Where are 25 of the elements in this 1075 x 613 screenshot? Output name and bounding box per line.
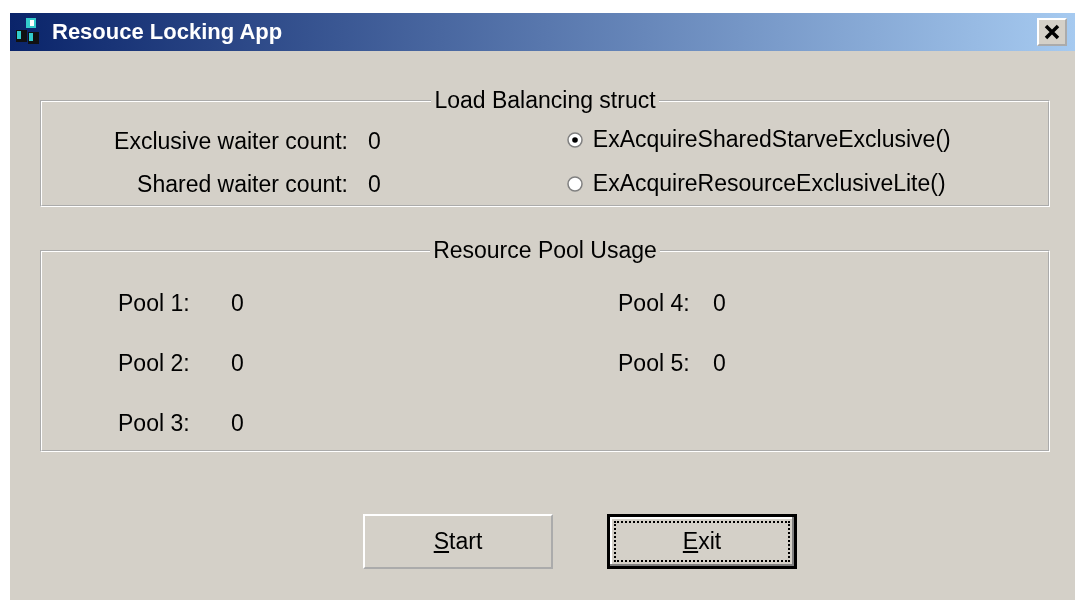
exit-button[interactable]: Exit — [607, 514, 797, 569]
pool-value: 0 — [231, 350, 244, 378]
pool-label: Pool 5: — [618, 350, 691, 378]
pool-value: 0 — [231, 410, 244, 438]
pool-label: Pool 2: — [118, 350, 191, 378]
group-title: Load Balancing struct — [433, 87, 657, 114]
start-button[interactable]: Start — [363, 514, 553, 569]
window-title: Resouce Locking App — [52, 19, 284, 45]
count-label: Shared waiter count: — [136, 171, 348, 198]
pool-value: 0 — [713, 290, 726, 318]
close-button[interactable] — [1037, 18, 1067, 46]
pool-label: Pool 4: — [618, 290, 691, 318]
radio-icon[interactable] — [566, 175, 583, 192]
pool-label: Pool 3: — [118, 410, 191, 438]
count-value: 0 — [368, 171, 381, 198]
radio-icon[interactable] — [566, 131, 583, 148]
count-value: 0 — [368, 128, 381, 155]
pool-value: 0 — [713, 350, 726, 378]
close-icon — [1043, 24, 1061, 40]
group-title: Resource Pool Usage — [432, 237, 658, 264]
pool-value: 0 — [231, 290, 244, 318]
pool-label: Pool 1: — [118, 290, 191, 318]
count-label: Exclusive waiter count: — [113, 128, 348, 155]
radio-option[interactable]: ExAcquireResourceExclusiveLite() — [566, 170, 951, 197]
radio-option[interactable]: ExAcquireSharedStarveExclusive() — [566, 126, 951, 153]
